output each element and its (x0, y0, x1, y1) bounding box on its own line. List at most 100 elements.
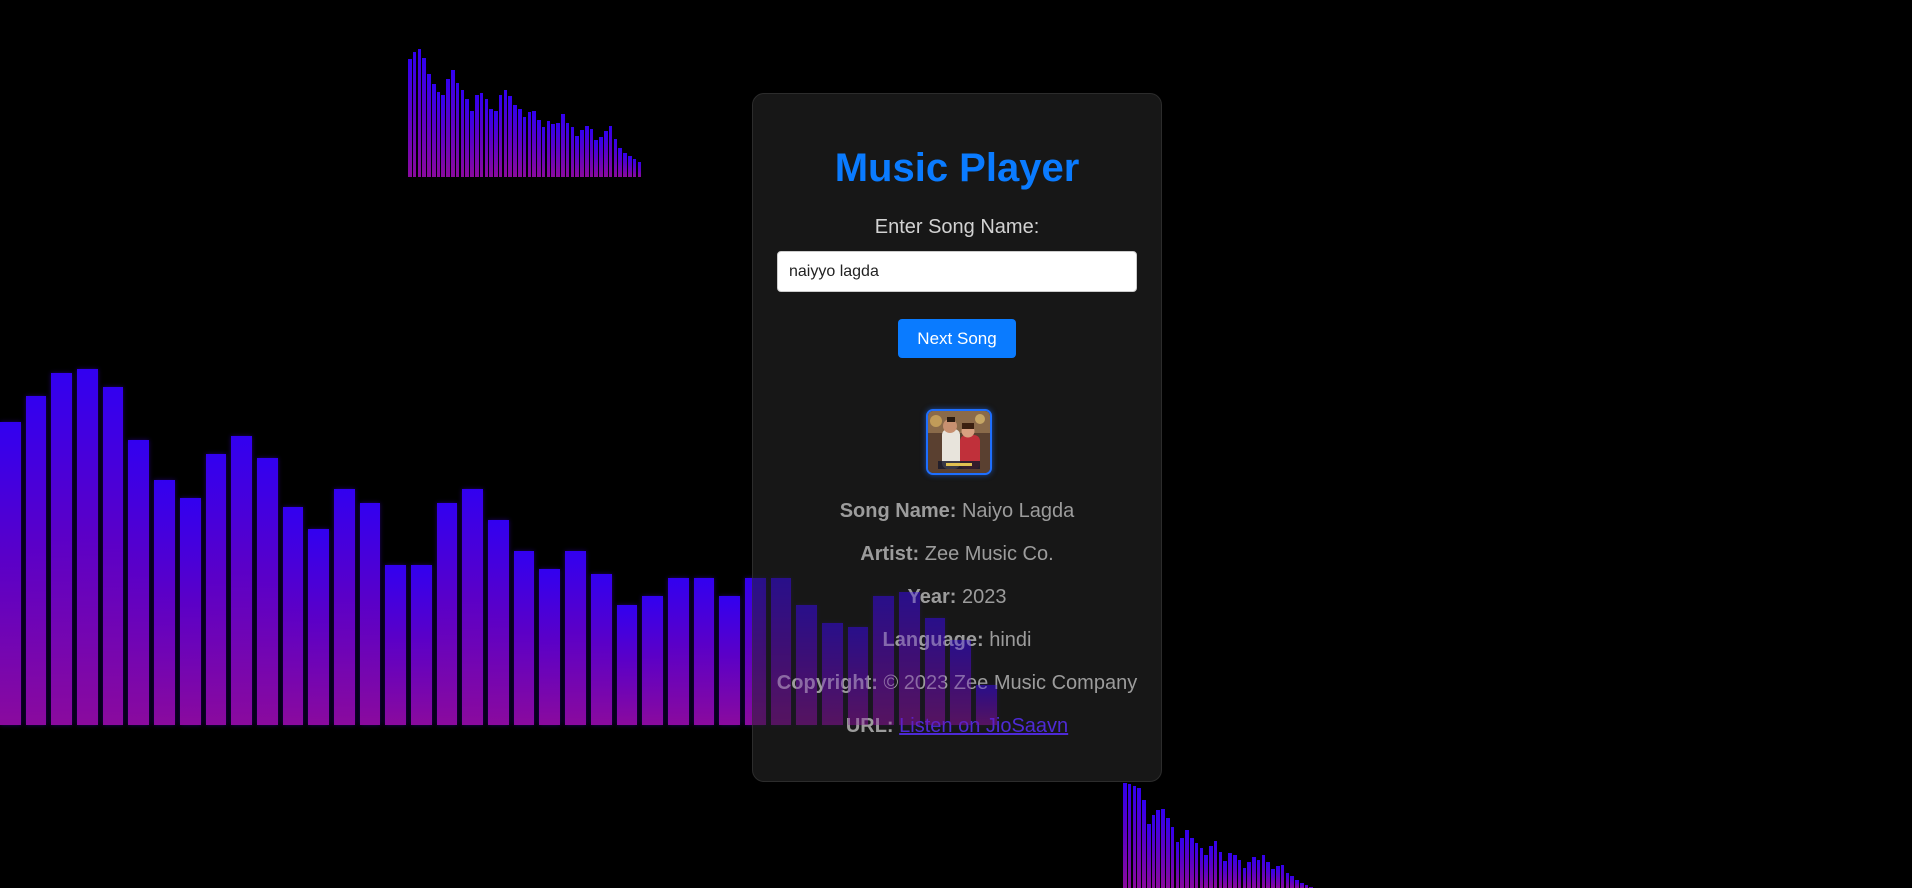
visualizer-bar (436, 91, 441, 177)
visualizer-bar (584, 125, 589, 177)
visualizer-bar (205, 453, 227, 725)
visualizer-bar (446, 78, 450, 177)
visualizer-bar (422, 57, 426, 177)
visualizer-bar (484, 99, 489, 177)
visualizer-bar (1276, 866, 1280, 888)
song-name-input[interactable] (777, 251, 1137, 292)
visualizer-bar (517, 109, 522, 177)
song-name-label: Enter Song Name: (874, 216, 1040, 238)
visualizer-bar (1228, 853, 1232, 888)
visualizer-bar (1237, 859, 1242, 888)
audio-visualizer-top (408, 30, 642, 177)
visualizer-bar (411, 564, 432, 725)
visualizer-bar (551, 124, 556, 177)
visualizer-bar (503, 90, 508, 177)
visualizer-bar (693, 578, 715, 725)
visualizer-bar (556, 122, 560, 177)
visualizer-bar (460, 90, 465, 177)
visualizer-bar (1123, 783, 1127, 888)
visualizer-bar (408, 59, 412, 177)
visualizer-bar (719, 595, 740, 725)
visualizer-bar (623, 153, 627, 177)
visualizer-bar (604, 131, 608, 177)
visualizer-bar (417, 49, 422, 177)
visualizer-bar (359, 502, 381, 725)
visualizer-bar (667, 578, 689, 725)
visualizer-bar (565, 551, 586, 725)
visualizer-bar (1204, 854, 1208, 888)
visualizer-bar (1175, 841, 1180, 888)
visualizer-bar (632, 159, 637, 177)
visualizer-bar (282, 506, 304, 725)
visualizer-bar (412, 52, 417, 177)
visualizer-bar (1299, 882, 1304, 888)
visualizer-bar (1261, 854, 1266, 888)
visualizer-bar (618, 147, 622, 177)
visualizer-bar (1189, 838, 1194, 888)
visualizer-bar (455, 82, 460, 177)
visualizer-bar (256, 458, 278, 725)
year-value: 2023 (962, 586, 1007, 608)
song-name-value: Naiyo Lagda (961, 500, 1075, 522)
visualizer-bar (513, 551, 535, 725)
copyright-value: © 2023 Zee Music Company (883, 672, 1138, 694)
visualizer-bar (539, 569, 561, 725)
visualizer-bar (575, 135, 579, 177)
year-key: Year: (907, 586, 957, 608)
visualizer-bar (613, 138, 618, 177)
visualizer-bar (1199, 848, 1204, 888)
visualizer-bar (1242, 867, 1247, 888)
visualizer-bar (1137, 788, 1141, 888)
visualizer-bar (1266, 862, 1271, 888)
url-row: URL: Listen on JioSaavn (753, 715, 1161, 738)
visualizer-bar (1280, 864, 1285, 888)
visualizer-bar (51, 373, 73, 725)
visualizer-bar (1127, 784, 1132, 888)
visualizer-bar (570, 127, 575, 177)
visualizer-bar (1194, 843, 1199, 888)
visualizer-bar (1232, 854, 1237, 888)
visualizer-bar (231, 435, 252, 725)
visualizer-bar (489, 109, 493, 177)
visualizer-bar (608, 125, 613, 177)
visualizer-bar (561, 113, 565, 177)
visualizer-bar (479, 93, 484, 177)
visualizer-bar (1256, 859, 1261, 888)
visualizer-bar (488, 520, 509, 725)
visualizer-bar (1213, 840, 1218, 888)
visualizer-bar (637, 162, 642, 177)
visualizer-bar (532, 110, 536, 177)
language-key: Language: (882, 629, 984, 651)
visualizer-bar (436, 502, 458, 725)
next-song-button[interactable]: Next Song (898, 319, 1016, 358)
visualizer-bar (546, 121, 551, 177)
jiosaavn-link[interactable]: Listen on JioSaavn (899, 715, 1068, 737)
visualizer-bar (431, 84, 436, 177)
visualizer-bar (1223, 861, 1227, 888)
visualizer-bar (1285, 872, 1290, 888)
visualizer-bar (451, 69, 455, 177)
visualizer-bar (642, 595, 663, 725)
visualizer-bar (494, 110, 498, 177)
visualizer-bar (537, 119, 541, 177)
visualizer-bar (1151, 815, 1156, 888)
copyright-row: Copyright: © 2023 Zee Music Company (753, 672, 1161, 695)
visualizer-bar (441, 94, 446, 177)
artist-row: Artist: Zee Music Co. (753, 543, 1161, 566)
visualizer-bar (522, 116, 527, 177)
visualizer-bar (527, 112, 532, 177)
visualizer-bar (385, 564, 406, 725)
music-player-card: Music Player Enter Song Name: Next Song … (752, 93, 1162, 782)
visualizer-bar (1290, 876, 1294, 888)
copyright-key: Copyright: (776, 672, 878, 694)
visualizer-bar (589, 128, 594, 177)
visualizer-bar (154, 480, 175, 725)
visualizer-bar (179, 498, 201, 725)
visualizer-bar (1161, 808, 1165, 888)
visualizer-bar (102, 386, 124, 725)
visualizer-bar (1132, 785, 1137, 888)
visualizer-bar (1156, 809, 1161, 888)
visualizer-bar (1166, 817, 1170, 888)
visualizer-bar (1252, 857, 1256, 888)
visualizer-bar (308, 529, 329, 725)
